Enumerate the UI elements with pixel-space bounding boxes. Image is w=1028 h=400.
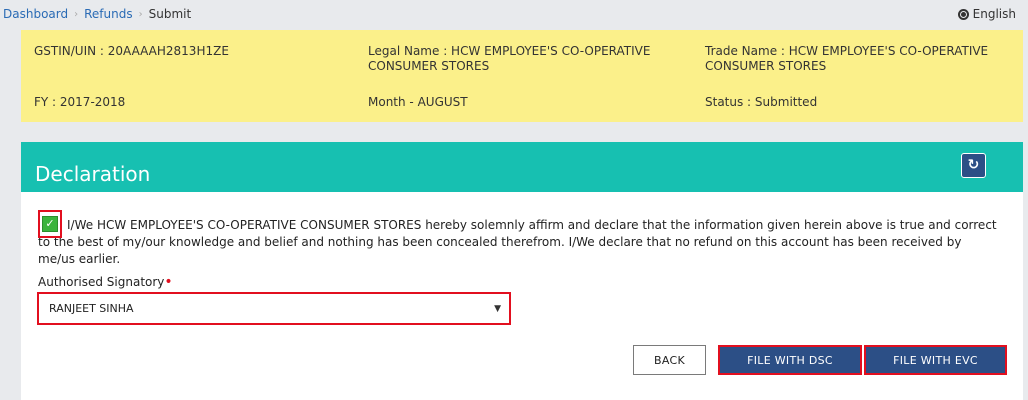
dropdown-caret-icon: ▼ [494,303,501,314]
status-info: Status : Submitted [705,95,818,109]
top-bar: Dashboard › Refunds › Submit English [0,0,1028,28]
legal-name-info: Legal Name : HCW EMPLOYEE'S CO-OPERATIVE… [368,44,651,73]
declaration-header: Declaration ↻ [21,142,1023,192]
authorised-signatory-select[interactable]: RANJEET SINHA ▼ [37,292,511,325]
back-button[interactable]: BACK [633,345,706,375]
declaration-checkbox[interactable]: ✓ [42,216,58,232]
gstin-info: GSTIN/UIN : 20AAAAH2813H1ZE [34,44,229,58]
language-selector[interactable]: English [957,7,1028,21]
declaration-body: I/We HCW EMPLOYEE'S CO-OPERATIVE CONSUME… [21,192,1023,400]
authorised-signatory-label-text: Authorised Signatory [38,275,165,289]
file-with-evc-button[interactable]: FILE WITH EVC [864,345,1007,375]
trade-name-info: Trade Name : HCW EMPLOYEE'S CO-OPERATIVE… [705,44,989,73]
authorised-signatory-label: Authorised Signatory• [38,274,173,290]
required-indicator: • [164,274,173,290]
refresh-icon: ↻ [967,157,980,173]
language-label: English [972,7,1016,21]
breadcrumb-separator: › [138,8,143,20]
declaration-checkbox-highlight: ✓ [38,210,62,238]
month-info: Month - AUGUST [368,95,468,109]
checkmark-icon: ✓ [45,217,55,230]
breadcrumb: Dashboard › Refunds › Submit [0,7,191,21]
breadcrumb-separator: › [74,8,79,20]
taxpayer-info-panel: GSTIN/UIN : 20AAAAH2813H1ZE Legal Name :… [21,30,1023,122]
fy-info: FY : 2017-2018 [34,95,126,109]
breadcrumb-refunds[interactable]: Refunds [84,7,133,21]
breadcrumb-current: Submit [148,7,192,21]
file-with-dsc-button[interactable]: FILE WITH DSC [718,345,862,375]
declaration-text: I/We HCW EMPLOYEE'S CO-OPERATIVE CONSUME… [38,218,997,266]
breadcrumb-dashboard[interactable]: Dashboard [3,7,68,21]
declaration-title: Declaration [35,162,151,186]
globe-icon [957,8,969,20]
selected-signatory: RANJEET SINHA [49,302,134,315]
refresh-button[interactable]: ↻ [961,153,986,178]
